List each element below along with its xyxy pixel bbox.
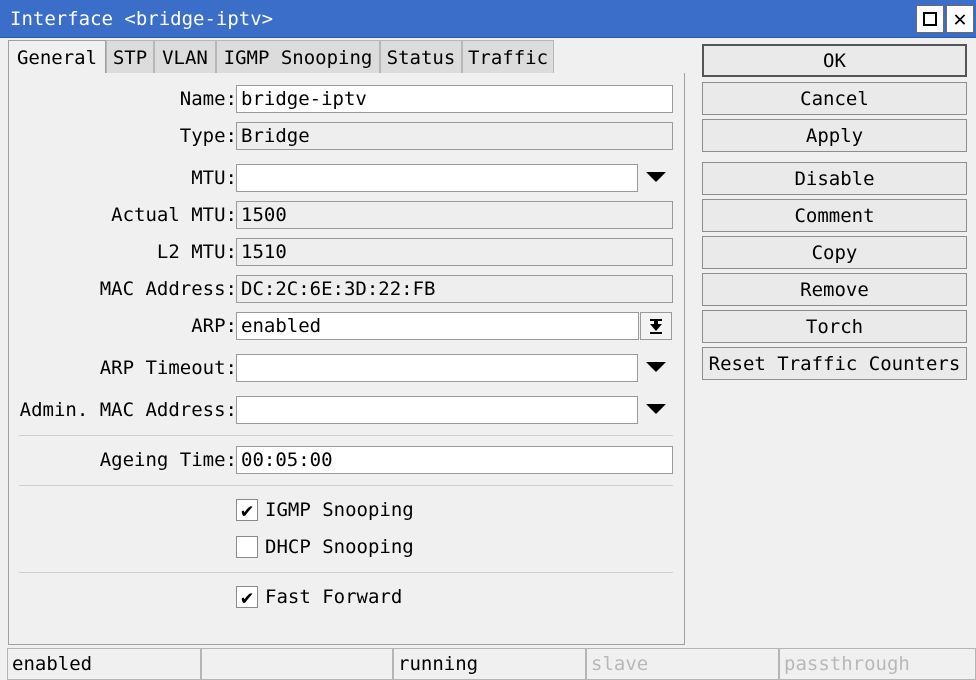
close-icon: ✕ (953, 6, 967, 32)
dhcp-snooping-checkbox[interactable] (236, 536, 258, 558)
maximize-icon (923, 12, 937, 26)
l2-mtu-label: L2 MTU: (156, 241, 237, 263)
admin-mac-dropdown-icon[interactable] (646, 402, 666, 416)
arp-select[interactable]: enabled (236, 312, 639, 340)
remove-button[interactable]: Remove (702, 273, 967, 306)
separator (19, 572, 673, 573)
type-label: Type: (179, 125, 237, 147)
separator (19, 485, 673, 486)
close-button[interactable]: ✕ (946, 5, 974, 33)
apply-button[interactable]: Apply (702, 119, 967, 152)
ok-button[interactable]: OK (702, 44, 967, 77)
admin-mac-label-wrap: Admin. MAC Address: (9, 395, 237, 425)
arp-timeout-dropdown-icon[interactable] (646, 360, 666, 374)
actual-mtu-label-wrap: Actual MTU: (9, 200, 237, 230)
mtu-dropdown-icon[interactable] (646, 170, 666, 184)
status-enabled: enabled (7, 648, 201, 680)
disable-button[interactable]: Disable (702, 162, 967, 195)
fast-forward-checkbox[interactable]: ✔ (236, 586, 258, 608)
type-label-wrap: Type: (9, 121, 237, 151)
maximize-button[interactable] (916, 5, 944, 33)
l2-mtu-field: 1510 (236, 238, 673, 266)
status-running: running (393, 648, 586, 680)
tab-igmp-snooping[interactable]: IGMP Snooping (216, 40, 380, 74)
arp-timeout-label: ARP Timeout: (99, 357, 237, 379)
l2-mtu-label-wrap: L2 MTU: (9, 237, 237, 267)
checkmark-icon: ✔ (240, 498, 254, 522)
status-passthrough: passthrough (779, 648, 976, 680)
admin-mac-input[interactable] (236, 396, 638, 424)
name-input[interactable]: bridge-iptv (236, 85, 673, 113)
mtu-label-wrap: MTU: (9, 163, 237, 193)
name-label: Name: (179, 88, 237, 110)
comment-button[interactable]: Comment (702, 199, 967, 232)
arp-timeout-label-wrap: ARP Timeout: (9, 353, 237, 383)
mtu-input[interactable] (236, 164, 638, 192)
actual-mtu-field: 1500 (236, 201, 673, 229)
type-field: Bridge (236, 122, 673, 150)
ageing-label-wrap: Ageing Time: (9, 445, 237, 475)
arp-label: ARP: (191, 315, 237, 337)
window-title: Interface <bridge-iptv> (10, 8, 274, 30)
tab-traffic[interactable]: Traffic (462, 40, 554, 74)
name-label-wrap: Name: (9, 84, 237, 114)
fast-forward-label: Fast Forward (265, 586, 403, 608)
checkmark-icon: ✔ (240, 585, 254, 609)
admin-mac-label: Admin. MAC Address: (19, 399, 237, 421)
copy-button[interactable]: Copy (702, 236, 967, 269)
mac-address-field: DC:2C:6E:3D:22:FB (236, 275, 673, 303)
igmp-snooping-label: IGMP Snooping (265, 499, 414, 521)
status-blank (201, 648, 393, 680)
tab-status[interactable]: Status (380, 40, 462, 74)
window-titlebar: Interface <bridge-iptv> ✕ (0, 0, 976, 38)
torch-button[interactable]: Torch (702, 310, 967, 343)
mac-label-wrap: MAC Address: (9, 274, 237, 304)
separator (19, 435, 673, 436)
arp-dropdown-button[interactable] (640, 312, 672, 340)
mac-address-label: MAC Address: (99, 278, 237, 300)
arp-label-wrap: ARP: (9, 311, 237, 341)
tab-general[interactable]: General (8, 40, 106, 75)
reset-traffic-counters-button[interactable]: Reset Traffic Counters (702, 347, 967, 380)
arrow-down-bar-icon (650, 319, 662, 334)
status-slave: slave (586, 648, 779, 680)
cancel-button[interactable]: Cancel (702, 82, 967, 115)
ageing-time-input[interactable]: 00:05:00 (236, 446, 673, 474)
actual-mtu-label: Actual MTU: (111, 204, 237, 226)
arp-timeout-input[interactable] (236, 354, 638, 382)
mtu-label: MTU: (191, 167, 237, 189)
general-panel: Name: bridge-iptv Type: Bridge MTU: Actu… (8, 73, 685, 645)
tab-vlan[interactable]: VLAN (154, 40, 216, 74)
tab-stp[interactable]: STP (106, 40, 154, 74)
igmp-snooping-checkbox[interactable]: ✔ (236, 499, 258, 521)
ageing-time-label: Ageing Time: (99, 449, 237, 471)
dhcp-snooping-label: DHCP Snooping (265, 536, 414, 558)
